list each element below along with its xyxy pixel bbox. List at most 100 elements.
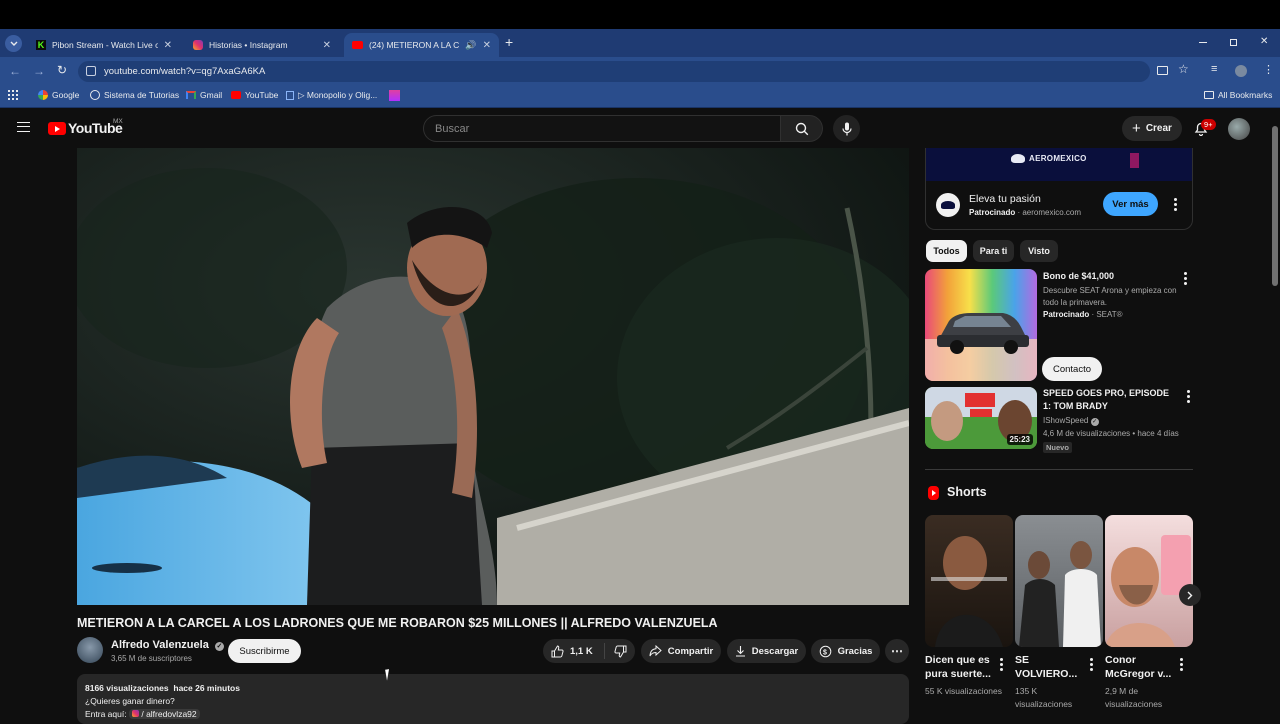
bookmark-gmail[interactable]: Gmail: [186, 90, 222, 100]
rec-video-thumbnail[interactable]: 25:23: [925, 387, 1037, 449]
seat-ad-title[interactable]: Bono de $41,000: [1043, 270, 1114, 283]
short-title[interactable]: Conor McGregor v...: [1105, 653, 1173, 681]
user-avatar[interactable]: [1228, 118, 1250, 140]
bookmark-favicon-icon[interactable]: [389, 90, 400, 101]
short-menu-icon[interactable]: [1179, 658, 1183, 671]
share-button[interactable]: Compartir: [641, 639, 721, 663]
short-menu-icon[interactable]: [1089, 658, 1093, 671]
search-button[interactable]: [781, 115, 823, 142]
reload-icon[interactable]: ↻: [57, 63, 67, 77]
subscribe-button[interactable]: Suscribirme: [228, 639, 301, 663]
browser-menu-icon[interactable]: ⋮: [1263, 63, 1274, 76]
seat-contact-button[interactable]: Contacto: [1042, 357, 1102, 381]
bookmark-tutorias[interactable]: Sistema de Tutorias: [90, 90, 179, 100]
star-icon[interactable]: ☆: [1178, 62, 1189, 76]
speaker-icon[interactable]: 🔊: [465, 40, 476, 51]
close-icon[interactable]: ✕: [323, 40, 331, 51]
address-field[interactable]: youtube.com/watch?v=qg7AxaGA6KA: [78, 61, 1150, 82]
channel-name[interactable]: Alfredo Valenzuela ✓: [111, 639, 224, 651]
seat-ad-menu-icon[interactable]: [1183, 272, 1187, 285]
short-title[interactable]: Dicen que es pura suerte...: [925, 653, 993, 681]
install-app-icon[interactable]: [1157, 66, 1168, 75]
dislike-button[interactable]: [605, 645, 635, 658]
description-box[interactable]: 8166 visualizaciones hace 26 minutos ¿Qu…: [77, 674, 909, 724]
short-views: 2,9 M de visualizaciones: [1105, 686, 1163, 709]
more-horiz-icon: ⋯: [891, 644, 903, 658]
bookmark-youtube[interactable]: YouTube: [231, 90, 278, 100]
hamburger-menu-icon[interactable]: [17, 122, 30, 132]
car-image: [925, 313, 1037, 381]
create-button[interactable]: + Crear: [1122, 116, 1182, 141]
youtube-logo-icon[interactable]: [48, 122, 66, 135]
apps-grid-icon[interactable]: [8, 90, 18, 100]
thumbs-down-icon: [613, 645, 626, 658]
google-icon: [38, 90, 48, 100]
sponsor-domain: aeromexico.com: [1022, 208, 1082, 217]
like-button[interactable]: 1,1 K: [543, 643, 605, 659]
site-info-icon[interactable]: [86, 66, 96, 76]
rec-channel[interactable]: IShowSpeed ✓: [1043, 415, 1099, 427]
advertiser-logo[interactable]: [936, 193, 960, 217]
section-divider: [925, 469, 1193, 470]
download-icon: [735, 646, 745, 657]
shorts-logo-icon: [928, 486, 939, 500]
tab-instagram[interactable]: Historias • Instagram ✕: [185, 33, 339, 57]
shorts-heading: Shorts: [947, 485, 987, 499]
ad-title: Eleva tu pasión: [969, 193, 1041, 205]
search-input[interactable]: Buscar: [423, 115, 781, 142]
share-label: Compartir: [667, 645, 714, 657]
new-badge: Nuevo: [1043, 442, 1072, 453]
back-icon[interactable]: ←: [9, 64, 21, 78]
instagram-icon: [131, 710, 139, 717]
tab-kick[interactable]: K Pibon Stream - Watch Live on K ✕: [28, 33, 180, 57]
aeromexico-knight-icon: [941, 201, 955, 209]
new-tab-button[interactable]: +: [505, 34, 513, 50]
close-icon[interactable]: ✕: [483, 40, 491, 51]
more-actions-button[interactable]: ⋯: [885, 639, 909, 663]
ad-menu-icon[interactable]: [1173, 198, 1177, 211]
forward-icon[interactable]: →: [33, 64, 45, 78]
ad-banner-image[interactable]: AEROMEXICO: [926, 148, 1192, 181]
media-control-icon[interactable]: ≡: [1211, 63, 1217, 75]
short-thumbnail-3[interactable]: [1105, 515, 1193, 647]
close-window-icon[interactable]: ✕: [1260, 36, 1268, 47]
ad-cta-button[interactable]: Ver más: [1103, 192, 1158, 216]
seat-ad-sponsor-line: Patrocinado · SEAT®: [1043, 310, 1123, 319]
minimize-icon[interactable]: [1199, 42, 1207, 43]
short-title[interactable]: SE VOLVIERO...: [1015, 653, 1083, 681]
short-views: 135 K visualizaciones: [1015, 686, 1073, 709]
channel-name-text: Alfredo Valenzuela: [111, 639, 209, 651]
rec-video-menu-icon[interactable]: [1186, 390, 1190, 403]
voice-search-button[interactable]: [833, 115, 860, 142]
bookmark-google[interactable]: Google: [38, 90, 79, 100]
seat-ad-description: Descubre SEAT Arona y empieza con todo l…: [1043, 286, 1177, 307]
tab-youtube-active[interactable]: (24) METIERON A LA CARCE 🔊 ✕: [344, 33, 499, 57]
chip-todos[interactable]: Todos: [926, 240, 967, 262]
channel-avatar[interactable]: [77, 637, 103, 663]
short-thumbnail-1[interactable]: [925, 515, 1013, 647]
all-bookmarks[interactable]: All Bookmarks: [1204, 90, 1272, 100]
short-menu-icon[interactable]: [999, 658, 1003, 671]
folder-icon: [1204, 91, 1214, 99]
bookmark-monopolio[interactable]: ▷ Monopolio y Olig...: [286, 90, 377, 101]
subscriber-count: 3,65 M de suscriptores: [111, 654, 192, 663]
description-link[interactable]: / alfredovlza92: [128, 709, 200, 719]
chip-para-ti[interactable]: Para ti: [973, 240, 1014, 262]
video-player[interactable]: [77, 148, 909, 605]
tab-search-button[interactable]: [5, 35, 22, 52]
page-scrollbar[interactable]: [1272, 126, 1278, 286]
download-button[interactable]: Descargar: [727, 639, 806, 663]
bookmark-label: ▷ Monopolio y Olig...: [298, 90, 378, 100]
restore-icon[interactable]: [1230, 39, 1237, 46]
shorts-next-button[interactable]: [1179, 584, 1201, 606]
description-line: ¿Quieres ganar dinero?: [85, 696, 175, 706]
profile-avatar[interactable]: [1235, 65, 1247, 77]
sponsor-name: SEAT®: [1096, 310, 1123, 319]
short-thumbnail-2[interactable]: [1015, 515, 1103, 647]
rec-video-title[interactable]: SPEED GOES PRO, EPISODE 1: TOM BRADY: [1043, 387, 1178, 413]
thanks-button[interactable]: $ Gracias: [811, 639, 880, 663]
short-image: [931, 536, 1007, 647]
seat-ad-thumbnail[interactable]: [925, 269, 1037, 381]
close-icon[interactable]: ✕: [164, 40, 172, 51]
chip-visto[interactable]: Visto: [1020, 240, 1058, 262]
